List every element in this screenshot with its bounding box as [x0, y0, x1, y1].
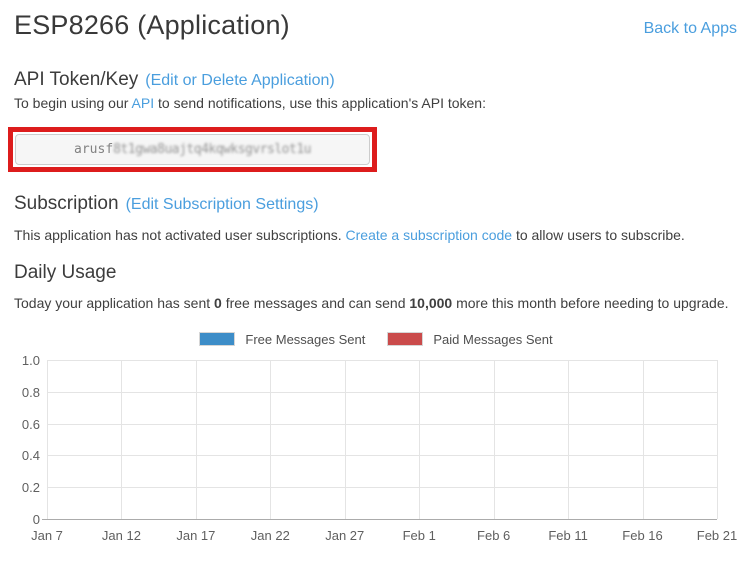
x-axis-tick-label: Jan 27: [313, 528, 377, 543]
edit-subscription-settings-link[interactable]: (Edit Subscription Settings): [126, 196, 319, 213]
edit-or-delete-application-link[interactable]: (Edit or Delete Application): [145, 72, 334, 89]
x-axis-tick-label: Jan 22: [238, 528, 302, 543]
gridline-vertical: [47, 360, 48, 519]
x-axis-tick-label: Feb 21: [685, 528, 749, 543]
x-axis-tick-label: Feb 16: [611, 528, 675, 543]
api-intro-before: To begin using our: [14, 95, 132, 111]
create-subscription-code-link[interactable]: Create a subscription code: [346, 227, 513, 243]
gridline-vertical: [121, 360, 122, 519]
gridline-vertical: [643, 360, 644, 519]
daily-usage-heading-text: Daily Usage: [14, 262, 116, 283]
legend-label: Paid Messages Sent: [433, 332, 552, 347]
api-intro-after: to send notifications, use this applicat…: [154, 95, 486, 111]
api-token-heading-text: API Token/Key: [14, 69, 138, 90]
x-axis-line: [42, 519, 717, 520]
annotation-highlight-box: arusf8t1gwa8uajtq4kqwksgvrslot1u: [8, 127, 377, 172]
usage-chart: 1.0 0.8 0.6 0.4 0.2 0Jan 7 Jan 12 Jan 17 Jan 22 J…: [0, 352, 750, 557]
legend-swatch: [387, 332, 423, 346]
gridline-horizontal: [47, 455, 717, 456]
api-token-value[interactable]: arusf8t1gwa8uajtq4kqwksgvrslot1u: [15, 134, 370, 165]
gridline-vertical: [270, 360, 271, 519]
gridline-horizontal: [47, 487, 717, 488]
y-axis-tick-label: 0: [0, 512, 40, 527]
x-axis-tick-label: Jan 12: [89, 528, 153, 543]
usage-text-1: Today your application has sent: [14, 295, 214, 311]
gridline-horizontal: [47, 360, 717, 361]
y-axis-tick-label: 0.6: [0, 417, 40, 432]
gridline-vertical: [419, 360, 420, 519]
gridline-vertical: [345, 360, 346, 519]
usage-text-2: free messages and can send: [222, 295, 410, 311]
api-docs-link[interactable]: API: [132, 95, 155, 111]
gridline-horizontal: [47, 424, 717, 425]
x-axis-tick-label: Feb 6: [462, 528, 526, 543]
page-title: ESP8266 (Application): [14, 10, 290, 41]
api-token-obscured-part: 8t1gwa8uajtq4kqwksgvrslot1u: [113, 142, 311, 157]
gridline-vertical: [494, 360, 495, 519]
api-token-visible-part: arusf: [74, 142, 113, 157]
gridline-vertical: [717, 360, 718, 519]
y-axis-tick-label: 0.4: [0, 448, 40, 463]
x-axis-tick-label: Feb 1: [387, 528, 451, 543]
legend-label: Free Messages Sent: [245, 332, 365, 347]
legend-swatch: [199, 332, 235, 346]
daily-usage-section-heading: Daily Usage: [14, 262, 116, 284]
subscription-section-heading: Subscription (Edit Subscription Settings): [14, 193, 319, 215]
api-token-section-heading: API Token/Key (Edit or Delete Application…: [14, 69, 335, 91]
gridline-horizontal: [47, 392, 717, 393]
gridline-vertical: [568, 360, 569, 519]
free-message-count: 0: [214, 295, 222, 311]
back-to-apps-link[interactable]: Back to Apps: [644, 20, 737, 38]
x-axis-tick-label: Feb 11: [536, 528, 600, 543]
y-axis-tick-label: 1.0: [0, 353, 40, 368]
usage-summary-text: Today your application has sent 0 free m…: [14, 295, 729, 311]
subscription-text-before: This application has not activated user …: [14, 227, 346, 243]
api-intro-text: To begin using our API to send notificat…: [14, 95, 486, 111]
y-axis-tick-label: 0.8: [0, 385, 40, 400]
subscription-status-text: This application has not activated user …: [14, 227, 685, 243]
x-axis-tick-label: Jan 7: [15, 528, 79, 543]
chart-legend: Free Messages Sent Paid Messages Sent: [47, 330, 717, 348]
subscription-text-after: to allow users to subscribe.: [512, 227, 685, 243]
x-axis-tick-label: Jan 17: [164, 528, 228, 543]
gridline-vertical: [196, 360, 197, 519]
y-axis-tick-label: 0.2: [0, 480, 40, 495]
application-detail-page: ESP8266 (Application) Back to Apps API T…: [0, 0, 750, 574]
subscription-heading-text: Subscription: [14, 193, 119, 214]
usage-text-3: more this month before needing to upgrad…: [452, 295, 728, 311]
monthly-limit-count: 10,000: [409, 295, 452, 311]
